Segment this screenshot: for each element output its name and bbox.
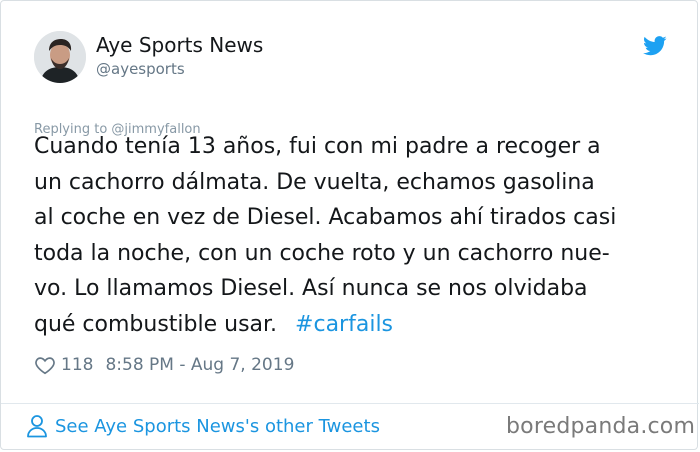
author-name[interactable]: Aye Sports News — [96, 33, 263, 57]
tweet-line: Cuando tenía 13 años, fui con mi padre a… — [34, 134, 601, 159]
divider — [1, 403, 699, 404]
tweet-card: Aye Sports News @ayesports Replying to @… — [0, 0, 699, 450]
author-handle[interactable]: @ayesports — [96, 60, 185, 78]
tweet-meta: 118 8:58 PM - Aug 7, 2019 — [34, 351, 294, 379]
tweet-line: qué combustible usar. — [34, 311, 278, 337]
tweet-line: vo. Lo llamamos Diesel. Así nunca se nos… — [34, 276, 588, 301]
tweet-line: toda la noche, con un coche roto y un ca… — [34, 240, 610, 266]
avatar[interactable] — [34, 31, 86, 83]
avatar-photo — [34, 31, 86, 83]
hashtag-link[interactable]: #carfails — [295, 312, 393, 337]
tweet-line: al coche en vez de Diesel. Acabamos ahí … — [34, 205, 617, 230]
tweet-timestamp[interactable]: 8:58 PM - Aug 7, 2019 — [105, 355, 294, 375]
tweet-text: Cuando tenía 13 años, fui con mi padre a… — [34, 129, 674, 342]
person-outline-icon — [27, 415, 47, 438]
see-other-tweets-label: See Aye Sports News's other Tweets — [55, 415, 380, 437]
tweet-line: un cachorro dálmata. De vuelta, echamos … — [34, 169, 595, 195]
watermark: boredpanda.com — [506, 414, 696, 439]
heart-outline-icon[interactable] — [34, 354, 56, 376]
see-other-tweets-link[interactable]: See Aye Sports News's other Tweets — [26, 414, 380, 438]
like-count[interactable]: 118 — [61, 355, 93, 375]
twitter-bird-icon[interactable] — [643, 36, 667, 56]
tweet-last-line: qué combustible usar. #carfails — [34, 307, 674, 343]
